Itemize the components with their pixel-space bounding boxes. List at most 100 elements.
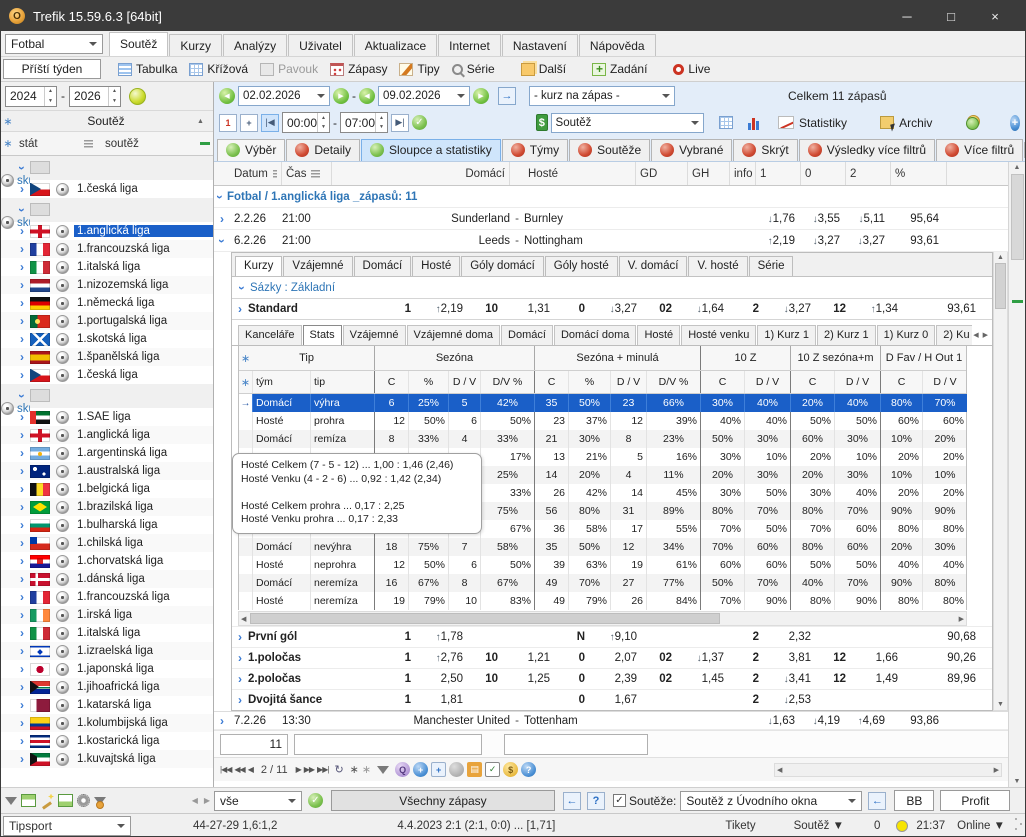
profit-button[interactable]: Profit <box>940 790 1011 811</box>
expand-icon[interactable]: › <box>14 261 30 273</box>
stats-row[interactable]: Hosté prohra 12 50% 6 50% 23 37% 12 39% 40% 40… <box>239 412 966 430</box>
competition-row[interactable]: › 1.australská liga <box>1 462 213 480</box>
bet-type-row[interactable]: › První gól 1 ↑1,78 N ↑9,10 2 2,32 90,68 <box>232 626 992 647</box>
fit-columns-icon[interactable]: + <box>240 113 258 132</box>
filter-tab[interactable]: Více filtrů <box>936 139 1024 161</box>
close-button[interactable]: × <box>973 1 1017 31</box>
move-icon[interactable]: + <box>431 762 447 777</box>
date-prev-icon[interactable]: ◀ <box>359 87 375 104</box>
tennis-ball-icon[interactable] <box>129 87 146 105</box>
competition-row[interactable]: › 1.chilská liga <box>1 534 213 552</box>
fast-prev-icon[interactable]: ◀◀ <box>234 765 245 774</box>
filter-input-1[interactable] <box>294 733 482 755</box>
col-cas[interactable]: Čas <box>282 162 332 185</box>
fast-next-icon[interactable]: ▶▶ <box>304 765 315 774</box>
col-domaci[interactable]: Domácí <box>332 162 510 185</box>
next-page-icon[interactable]: ▶ <box>296 765 302 774</box>
bottom-horizontal-scrollbar[interactable]: ◀ ▶ <box>774 762 1002 777</box>
menu-tab[interactable]: Kurzy <box>169 34 223 56</box>
competition-row[interactable]: › 1.anglická liga <box>1 426 213 444</box>
expand-icon[interactable]: › <box>14 555 30 567</box>
expand-icon[interactable]: › <box>14 411 30 423</box>
expand-icon[interactable]: › <box>14 501 30 513</box>
expand-icon[interactable]: › <box>232 694 248 706</box>
filter-icon[interactable] <box>377 765 390 774</box>
competition-row[interactable]: › 1.dánská liga <box>1 570 213 588</box>
expand-icon[interactable]: › <box>14 645 30 657</box>
competition-row[interactable]: › 1.nizozemská liga <box>1 276 213 294</box>
detail-tab[interactable]: Kurzy <box>235 256 283 276</box>
expand-icon[interactable]: › <box>14 243 30 255</box>
one-day-icon[interactable]: 1 <box>219 113 237 132</box>
layout-top-icon[interactable] <box>21 794 36 807</box>
expand-icon[interactable]: › <box>14 183 30 195</box>
apply-check-icon[interactable]: ✓ <box>412 115 427 130</box>
statistics-button[interactable]: Statistiky <box>774 116 851 130</box>
menu-tab[interactable]: Internet <box>438 34 501 56</box>
toolbar-krizova[interactable]: Křížová <box>184 60 253 78</box>
expand-icon[interactable]: › <box>14 627 30 639</box>
toolbar-tabulka[interactable]: Tabulka <box>113 60 182 78</box>
collapse-icon[interactable]: › <box>215 233 229 249</box>
help-box-icon[interactable]: ? <box>587 791 605 810</box>
stats-tab[interactable]: Stats <box>302 325 342 345</box>
detail-tab[interactable]: V. hosté <box>688 256 748 276</box>
scope-select[interactable]: vše <box>214 790 302 811</box>
competition-row[interactable]: › 1.portugalská liga <box>1 312 213 330</box>
stats-tab[interactable]: Kanceláře <box>238 325 302 345</box>
competition-row[interactable]: › 1.francouzská liga <box>1 588 213 606</box>
tabs-scroll-left-icon[interactable]: ◀ <box>973 331 978 339</box>
col-gd[interactable]: GD <box>636 162 688 185</box>
expand-icon[interactable]: › <box>14 609 30 621</box>
archive-button[interactable]: Archiv <box>876 116 936 130</box>
time-start-icon[interactable]: |◀ <box>261 113 279 132</box>
goto-date-icon[interactable]: → <box>498 86 516 105</box>
bet-type-row[interactable]: › 2.poločas 1 2,50 10 1,25 0 2,39 02 1,45 2 ↓… <box>232 668 992 689</box>
layout-bottom-icon[interactable] <box>58 794 73 807</box>
odds-mode-select[interactable]: - kurz na zápas - <box>529 85 675 106</box>
col-info[interactable]: info <box>730 162 756 185</box>
date-prev-icon[interactable]: ◀ <box>219 87 235 104</box>
coins-icon[interactable] <box>965 115 981 130</box>
expand-icon[interactable]: › <box>14 591 30 603</box>
sport-selector[interactable]: Fotbal <box>5 34 103 54</box>
competition-row[interactable]: › 1.jihoafrická liga <box>1 678 213 696</box>
competition-row[interactable]: › 1.španělská liga <box>1 348 213 366</box>
menu-tab[interactable]: Aktualizace <box>353 34 438 56</box>
match-row[interactable]: › 2.2.26 21:00 Sunderland - Burnley ↓1,7… <box>214 208 1008 230</box>
add-table-icon[interactable] <box>719 116 734 129</box>
stats-row[interactable]: Hosté neremíza 19 79% 10 83% 49 79% 26 84% 70… <box>239 592 966 610</box>
competition-row[interactable]: › 1.argentinská liga <box>1 444 213 462</box>
filter-tab[interactable]: Detaily <box>286 139 361 161</box>
competition-row[interactable]: › 1.kostarická liga <box>1 732 213 750</box>
all-matches-button[interactable]: Všechny zápasy <box>331 790 555 811</box>
col-gh[interactable]: GH <box>688 162 730 185</box>
competition-row[interactable]: › 1.SAE liga <box>1 408 213 426</box>
stats-tab[interactable]: 2) Ku <box>936 325 972 345</box>
stats-row[interactable]: Domácí remíza 8 33% 4 33% 21 30% 8 23% 50% 30%… <box>239 430 966 448</box>
filter-tab[interactable]: Skrýt <box>733 139 798 161</box>
stats-row[interactable]: Domácívýhra 625% 542% 3550% 2366% 30%40%… <box>239 394 967 412</box>
match-row[interactable]: › 7.2.26 13:30 Manchester United - Totte… <box>214 711 1008 730</box>
online-menu[interactable]: Online ▼ <box>957 820 1005 832</box>
competition-row[interactable]: › 1.skotská liga <box>1 330 213 348</box>
menu-tab[interactable]: Nápověda <box>578 34 656 56</box>
apply-check-icon[interactable]: ✓ <box>308 793 323 808</box>
col-stat[interactable]: stát <box>15 138 71 150</box>
col-k0[interactable]: 0 <box>801 162 846 185</box>
stats-row[interactable]: Hosté neprohra 12 50% 6 50% 39 63% 19 61% 60%… <box>239 556 966 574</box>
year-from-spinner[interactable]: 2024 ▲ ▼ <box>5 85 57 107</box>
expand-icon[interactable]: › <box>14 225 30 237</box>
settings-gear-icon[interactable] <box>77 794 90 807</box>
menu-tab[interactable]: Uživatel <box>288 34 353 56</box>
competition-row[interactable]: › 1.česká liga <box>1 180 213 198</box>
competition-menu[interactable]: Soutěž ▼ <box>794 820 844 832</box>
detail-tab[interactable]: Góly hosté <box>544 256 618 276</box>
stats-tab[interactable]: 1) Kurz 0 <box>876 325 936 345</box>
competition-row[interactable]: › 1.izraelská liga <box>1 642 213 660</box>
expand-icon[interactable]: › <box>14 699 30 711</box>
date-to-picker[interactable]: 09.02.2026 <box>378 85 470 106</box>
menu-tab[interactable]: Soutěž <box>109 32 169 56</box>
help-icon[interactable]: ? <box>521 762 537 777</box>
expand-icon[interactable]: › <box>14 333 30 345</box>
